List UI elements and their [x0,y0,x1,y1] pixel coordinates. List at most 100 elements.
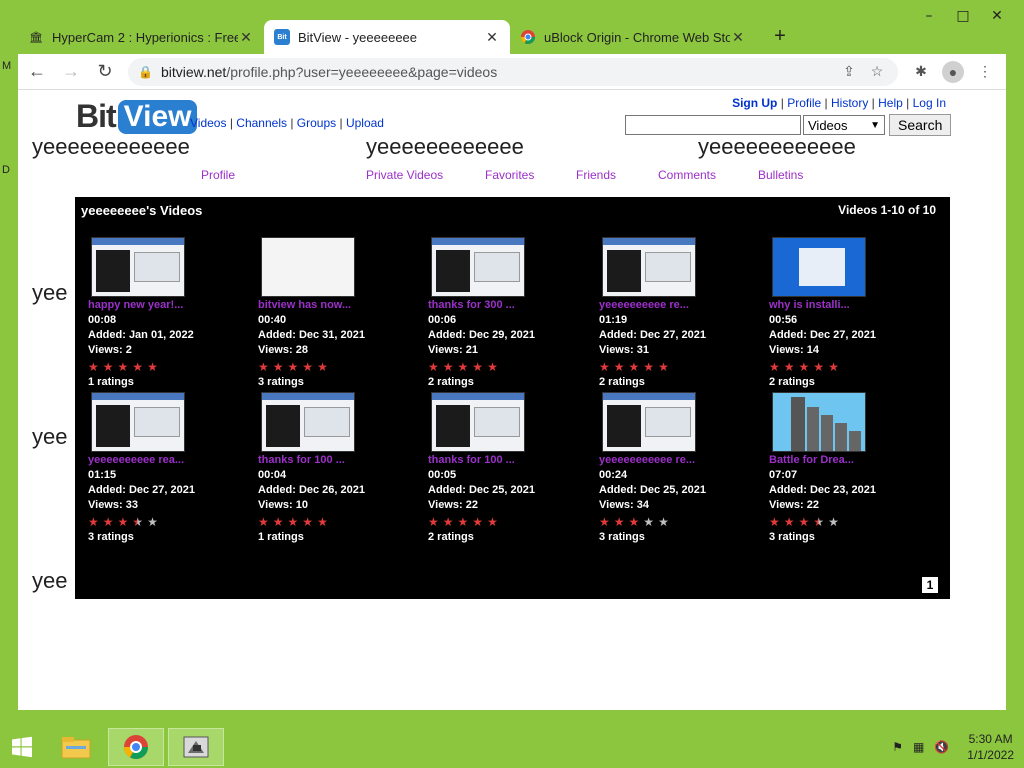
rating-stars[interactable]: ★ ★ ★ ★ ★ [599,514,759,529]
star-icon[interactable]: ★ [258,361,269,373]
star-icon[interactable]: ★ [828,516,839,528]
star-icon[interactable]: ★ [828,361,839,373]
tab-ublock[interactable]: uBlock Origin - Chrome Web Sto ✕ [510,20,756,54]
star-icon[interactable]: ★ [147,361,158,373]
video-card[interactable]: yeeeeeeeeee rea... 01:15 Added: Dec 27, 20… [88,392,248,545]
star-icon[interactable]: ★ [769,516,780,528]
help-link[interactable]: Help [878,96,903,110]
lock-icon[interactable]: 🔒 [138,65,153,79]
star-icon[interactable]: ★ [614,361,625,373]
tab-close-icon[interactable]: ✕ [238,29,254,46]
sign-up-link[interactable]: Sign Up [732,96,777,110]
search-input[interactable] [625,115,801,135]
star-icon[interactable]: ★ [443,361,454,373]
video-card[interactable]: thanks for 300 ... 00:06 Added: Dec 29, 20… [428,237,588,390]
video-thumbnail[interactable] [91,392,185,452]
rating-stars[interactable]: ★ ★ ★ ★ ★ [258,359,418,374]
star-icon[interactable]: ★ [629,361,640,373]
tab-close-icon[interactable]: ✕ [484,29,500,46]
star-icon[interactable]: ★ [629,516,640,528]
video-title[interactable]: thanks for 100 ... [258,453,418,468]
hypercam-icon[interactable] [168,728,224,766]
bitview-logo[interactable]: Bit View [76,98,198,135]
profile-tab-friends[interactable]: Friends [576,168,616,182]
profile-tab-favorites[interactable]: Favorites [485,168,534,182]
star-icon[interactable]: ★ [428,516,439,528]
extensions-icon[interactable]: ✱ [910,61,932,83]
rating-stars[interactable]: ★ ★ ★ ★ ★ [599,359,759,374]
tab-bitview[interactable]: Bit BitView - yeeeeeeee ✕ [264,20,510,54]
video-title[interactable]: yeeeeeeeeeee re... [599,453,759,468]
video-thumbnail[interactable] [772,237,866,297]
star-icon[interactable]: ★ [458,516,469,528]
video-thumbnail[interactable] [91,237,185,297]
star-icon[interactable]: ★ [88,361,99,373]
video-thumbnail[interactable] [431,392,525,452]
star-icon[interactable]: ★ [302,361,313,373]
star-icon[interactable]: ★ [103,361,114,373]
video-card[interactable]: Battle for Drea... 07:07 Added: Dec 23, 20… [769,392,929,545]
star-icon[interactable]: ★ [288,516,299,528]
video-title[interactable]: Battle for Drea... [769,453,929,468]
star-icon[interactable]: ★ [317,516,328,528]
star-icon[interactable]: ★ [273,516,284,528]
rating-stars[interactable]: ★ ★ ★ ★ ★ [769,359,929,374]
star-icon[interactable]: ★ [813,361,824,373]
star-icon[interactable]: ★ [132,516,143,528]
star-icon[interactable]: ★ [813,516,824,528]
star-icon[interactable]: ★ [599,516,610,528]
video-card[interactable]: yeeeeeeeeeee re... 00:24 Added: Dec 25, 20… [599,392,759,545]
star-icon[interactable]: ★ [599,361,610,373]
bookmark-star-icon[interactable]: ☆ [866,63,888,80]
forward-icon[interactable]: → [56,57,86,87]
address-bar[interactable]: 🔒 bitview.net/profile.php?user=yeeeeeeee… [128,57,898,86]
video-title[interactable]: yeeeeeeeeee re... [599,298,759,313]
star-icon[interactable]: ★ [799,361,810,373]
history-link[interactable]: History [831,96,868,110]
video-title[interactable]: bitview has now... [258,298,418,313]
star-icon[interactable]: ★ [428,361,439,373]
star-icon[interactable]: ★ [472,361,483,373]
file-explorer-icon[interactable] [48,728,104,766]
video-card[interactable]: yeeeeeeeeee re... 01:19 Added: Dec 27, 202… [599,237,759,390]
profile-tab-bulletins[interactable]: Bulletins [758,168,803,182]
tab-hypercam[interactable]: 🏛 HyperCam 2 : Hyperionics : Free ✕ [18,20,264,54]
rating-stars[interactable]: ★ ★ ★ ★ ★ [769,514,929,529]
system-clock[interactable]: 5:30 AM 1/1/2022 [967,731,1014,763]
star-icon[interactable]: ★ [273,361,284,373]
star-icon[interactable]: ★ [643,361,654,373]
video-thumbnail[interactable] [431,237,525,297]
video-card[interactable]: thanks for 100 ... 00:04 Added: Dec 26, 20… [258,392,418,545]
star-icon[interactable]: ★ [784,516,795,528]
star-icon[interactable]: ★ [472,516,483,528]
star-icon[interactable]: ★ [103,516,114,528]
tab-close-icon[interactable]: ✕ [730,29,746,46]
video-title[interactable]: why is installi... [769,298,929,313]
video-card[interactable]: why is installi... 00:56 Added: Dec 27, 20… [769,237,929,390]
menu-kebab-icon[interactable]: ⋮ [974,61,996,83]
share-icon[interactable]: ⇪ [838,63,860,80]
rating-stars[interactable]: ★ ★ ★ ★ ★ [258,514,418,529]
star-icon[interactable]: ★ [317,361,328,373]
video-thumbnail[interactable] [602,237,696,297]
windows-start-icon[interactable] [0,726,44,768]
star-icon[interactable]: ★ [88,516,99,528]
nav-channels[interactable]: Channels [236,116,287,130]
log-in-link[interactable]: Log In [913,96,946,110]
video-card[interactable]: happy new year!... 00:08 Added: Jan 01, 20… [88,237,248,390]
star-icon[interactable]: ★ [288,361,299,373]
profile-tab-private-videos[interactable]: Private Videos [366,168,443,182]
video-card[interactable]: bitview has now... 00:40 Added: Dec 31, 20… [258,237,418,390]
star-icon[interactable]: ★ [118,516,129,528]
star-icon[interactable]: ★ [658,516,669,528]
star-icon[interactable]: ★ [258,516,269,528]
star-icon[interactable]: ★ [658,361,669,373]
video-thumbnail[interactable] [261,237,355,297]
star-icon[interactable]: ★ [614,516,625,528]
nav-groups[interactable]: Groups [297,116,336,130]
back-icon[interactable]: ← [22,57,52,87]
star-icon[interactable]: ★ [443,516,454,528]
profile-avatar-icon[interactable]: ● [942,60,964,83]
video-title[interactable]: thanks for 300 ... [428,298,588,313]
star-icon[interactable]: ★ [643,516,654,528]
